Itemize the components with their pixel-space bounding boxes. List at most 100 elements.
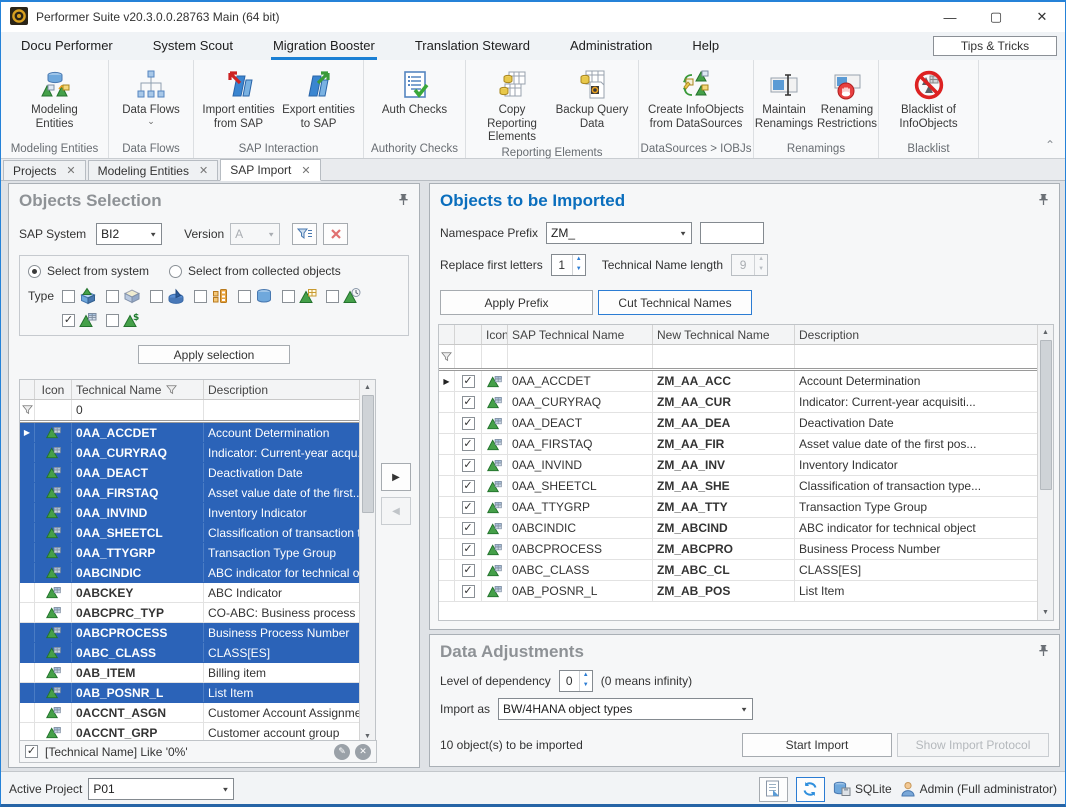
row-checkbox[interactable]: ✓ — [462, 438, 475, 451]
type-checkbox[interactable]: ✓ — [62, 314, 75, 327]
selection-grid-row[interactable]: 0ABCKEYABC Indicator — [20, 583, 359, 603]
refresh-button[interactable] — [796, 777, 825, 802]
type-checkbox[interactable] — [238, 290, 251, 303]
type-option[interactable]: $ — [106, 311, 142, 329]
data-flows-button[interactable]: Data Flows ⌄ — [112, 66, 190, 126]
database-status[interactable]: SQLite — [833, 781, 892, 797]
import-grid-row[interactable]: ✓0AA_FIRSTAQZM_AA_FIRAsset value date of… — [439, 434, 1037, 455]
move-right-button[interactable]: ▶ — [381, 463, 411, 491]
row-checkbox[interactable]: ✓ — [462, 459, 475, 472]
type-checkbox[interactable] — [150, 290, 163, 303]
show-import-protocol-button[interactable]: Show Import Protocol — [897, 733, 1049, 757]
pin-icon[interactable] — [398, 193, 409, 209]
row-checkbox[interactable]: ✓ — [462, 522, 475, 535]
selection-grid-row[interactable]: 0AB_ITEMBilling item — [20, 663, 359, 683]
blacklist-button[interactable]: Blacklist of InfoObjects — [890, 66, 968, 133]
type-option[interactable] — [62, 287, 98, 305]
selection-grid-row[interactable]: 0ACCNT_ASGNCustomer Account Assignme... — [20, 703, 359, 723]
close-button[interactable]: ✕ — [1019, 2, 1065, 32]
close-icon[interactable]: ✕ — [66, 164, 75, 177]
close-icon[interactable]: ✕ — [301, 164, 310, 177]
selection-grid-scrollbar[interactable]: ▲ ▼ — [359, 380, 375, 744]
column-header-sap-technical-name[interactable]: SAP Technical Name — [508, 325, 653, 344]
import-as-combo[interactable]: BW/4HANA object types▼ — [498, 698, 753, 720]
apply-selection-button[interactable]: Apply selection — [138, 345, 290, 364]
row-checkbox[interactable]: ✓ — [462, 585, 475, 598]
export-entities-button[interactable]: Export entities to SAP — [280, 66, 358, 133]
selection-grid-row[interactable]: 0AA_DEACTDeactivation Date — [20, 463, 359, 483]
selection-grid-row[interactable]: 0AA_TTYGRPTransaction Type Group — [20, 543, 359, 563]
selection-grid-row[interactable]: 0AA_SHEETCLClassification of transaction… — [20, 523, 359, 543]
type-checkbox[interactable] — [106, 290, 119, 303]
import-grid-row[interactable]: ✓0ABCPROCESSZM_ABCPROBusiness Process Nu… — [439, 539, 1037, 560]
renaming-restrictions-button[interactable]: Renaming Restrictions — [816, 66, 878, 133]
column-header-technical-name[interactable]: Technical Name — [72, 380, 204, 399]
tab-modeling-entities[interactable]: Modeling Entities✕ — [88, 160, 219, 180]
type-checkbox[interactable] — [194, 290, 207, 303]
type-checkbox[interactable] — [282, 290, 295, 303]
user-status[interactable]: Admin (Full administrator) — [900, 781, 1057, 797]
apply-prefix-button[interactable]: Apply Prefix — [440, 290, 593, 315]
scroll-up-icon[interactable]: ▲ — [364, 380, 371, 395]
import-entities-button[interactable]: Import entities from SAP — [200, 66, 278, 133]
menu-system-scout[interactable]: System Scout — [151, 33, 235, 60]
technical-name-filter-value[interactable]: 0 — [72, 400, 204, 420]
modeling-entities-button[interactable]: Modeling Entities — [16, 66, 94, 133]
scroll-up-icon[interactable]: ▲ — [1042, 325, 1049, 340]
scroll-down-icon[interactable]: ▼ — [1042, 605, 1049, 620]
selection-grid-row[interactable]: 0ABCPROCESSBusiness Process Number — [20, 623, 359, 643]
start-import-button[interactable]: Start Import — [742, 733, 892, 757]
pin-icon[interactable] — [1038, 644, 1049, 660]
sap-system-combo[interactable]: BI2▼ — [96, 223, 162, 245]
selection-grid-row[interactable]: 0AA_FIRSTAQAsset value date of the first… — [20, 483, 359, 503]
create-infoobjects-button[interactable]: Create InfoObjects from DataSources — [646, 66, 746, 133]
namespace-extra-input[interactable] — [700, 222, 764, 244]
type-option[interactable] — [238, 287, 274, 305]
ribbon-collapse-icon[interactable]: ⌃ — [1045, 138, 1055, 152]
import-grid-row[interactable]: ▶✓0AA_ACCDETZM_AA_ACCAccount Determinati… — [439, 371, 1037, 392]
type-option[interactable]: ✓ — [62, 311, 98, 329]
import-grid-row[interactable]: ✓0AA_SHEETCLZM_AA_SHEClassification of t… — [439, 476, 1037, 497]
protocol-document-button[interactable] — [759, 777, 788, 802]
type-option[interactable] — [150, 287, 186, 305]
namespace-prefix-combo[interactable]: ZM_▼ — [546, 222, 692, 244]
type-checkbox[interactable] — [106, 314, 119, 327]
maximize-button[interactable]: ▢ — [973, 2, 1019, 32]
row-checkbox[interactable]: ✓ — [462, 417, 475, 430]
remove-filter-icon[interactable]: ✕ — [355, 744, 371, 760]
filter-settings-button[interactable] — [292, 223, 317, 245]
column-header-description[interactable]: Description — [795, 325, 1053, 344]
selection-grid-row[interactable]: 0ABCPRC_TYPCO-ABC: Business process t... — [20, 603, 359, 623]
scrollbar-thumb[interactable] — [362, 395, 374, 513]
row-checkbox[interactable]: ✓ — [462, 375, 475, 388]
column-header-icon[interactable]: Icon — [35, 380, 72, 399]
column-header-checkbox[interactable] — [455, 325, 482, 344]
pin-icon[interactable] — [1038, 193, 1049, 209]
selection-grid-row[interactable]: 0ABC_CLASSCLASS[ES] — [20, 643, 359, 663]
selection-grid-row[interactable]: 0AA_INVINDInventory Indicator — [20, 503, 359, 523]
import-grid-row[interactable]: ✓0ABCINDICZM_ABCINDABC indicator for tec… — [439, 518, 1037, 539]
technical-name-length-spinner[interactable]: 9▲▼ — [731, 254, 768, 276]
type-option[interactable] — [282, 287, 318, 305]
row-checkbox[interactable]: ✓ — [462, 501, 475, 514]
backup-query-button[interactable]: Backup Query Data — [553, 66, 631, 133]
level-of-dependency-spinner[interactable]: 0▲▼ — [559, 670, 593, 692]
minimize-button[interactable]: — — [927, 2, 973, 32]
type-option[interactable] — [194, 287, 230, 305]
menu-help[interactable]: Help — [690, 33, 721, 60]
clear-filter-button[interactable] — [323, 223, 348, 245]
column-header-icon[interactable]: Icon — [482, 325, 508, 344]
tips-tricks-button[interactable]: Tips & Tricks — [933, 36, 1057, 56]
copy-reporting-button[interactable]: Copy Reporting Elements — [473, 66, 551, 147]
import-grid-scrollbar[interactable]: ▲ ▼ — [1037, 325, 1053, 620]
column-header-new-technical-name[interactable]: New Technical Name — [653, 325, 795, 344]
import-grid-row[interactable]: ✓0AA_DEACTZM_AA_DEADeactivation Date — [439, 413, 1037, 434]
select-from-collected-radio[interactable] — [169, 265, 182, 278]
select-from-system-radio[interactable] — [28, 265, 41, 278]
column-header-description[interactable]: Description — [204, 380, 375, 399]
scrollbar-thumb[interactable] — [1040, 340, 1052, 490]
import-grid-row[interactable]: ✓0AA_TTYGRPZM_AA_TTYTransaction Type Gro… — [439, 497, 1037, 518]
tab-projects[interactable]: Projects✕ — [3, 160, 86, 180]
row-checkbox[interactable]: ✓ — [462, 396, 475, 409]
type-option[interactable] — [326, 287, 362, 305]
